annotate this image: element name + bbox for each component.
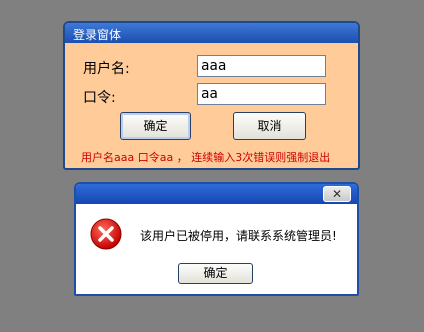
error-dialog: ✕ 该用户已被停用，请联系系统管理员! 确定 (74, 182, 359, 296)
error-icon (90, 218, 122, 250)
password-field[interactable]: aa (197, 83, 326, 105)
login-ok-button[interactable]: 确定 (120, 112, 191, 140)
login-cancel-button[interactable]: 取消 (233, 112, 306, 140)
login-window: 登录窗体 用户名: aaa 口令: aa 确定 取消 用户名aaa 口令aa ，… (63, 21, 360, 170)
login-title: 登录窗体 (73, 28, 122, 42)
username-label: 用户名: (83, 61, 130, 77)
dialog-message: 该用户已被停用，请联系系统管理员! (140, 229, 337, 243)
username-field[interactable]: aaa (197, 55, 326, 77)
dialog-title-bar[interactable]: ✕ (76, 184, 357, 204)
warning-text: 用户名aaa 口令aa ， 连续输入3次错误则强制退出 (81, 151, 331, 164)
login-title-bar[interactable]: 登录窗体 (65, 23, 358, 43)
dialog-body: 该用户已被停用，请联系系统管理员! 确定 (76, 204, 357, 294)
password-label: 口令: (83, 90, 116, 106)
dialog-ok-button[interactable]: 确定 (178, 263, 253, 284)
close-icon[interactable]: ✕ (323, 186, 351, 202)
